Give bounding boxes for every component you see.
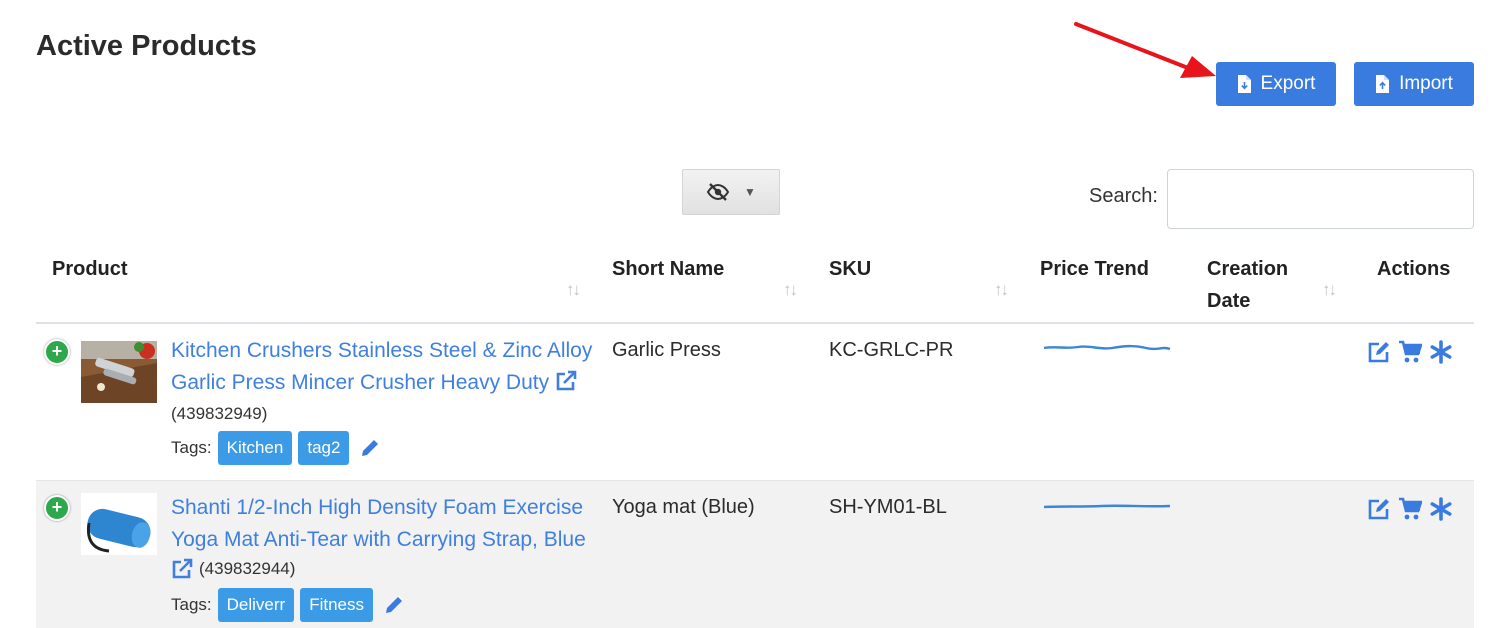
product-title-line1: Shanti 1/2-Inch High Density Foam Exerci… xyxy=(171,496,584,519)
sort-icon[interactable]: ↑↓ xyxy=(566,280,581,300)
export-button[interactable]: Export xyxy=(1216,62,1336,106)
product-id: (439832949) xyxy=(171,404,268,423)
product-title-link[interactable]: Shanti 1/2-Inch High Density Foam Exerci… xyxy=(171,492,586,556)
product-thumbnail xyxy=(81,493,157,555)
file-upload-icon xyxy=(1376,75,1390,93)
annotation-arrow xyxy=(1074,22,1216,78)
row-actions xyxy=(1367,340,1453,364)
product-thumbnail xyxy=(81,341,157,403)
col-header-short-name[interactable]: Short Name xyxy=(612,253,724,285)
import-label: Import xyxy=(1399,73,1453,94)
search-label: Search: xyxy=(1089,185,1158,207)
product-title-line1: Kitchen Crushers Stainless Steel & Zinc … xyxy=(171,339,593,362)
col-header-product[interactable]: Product xyxy=(52,253,128,285)
external-link-icon[interactable] xyxy=(171,558,193,580)
sku-cell: SH-YM01-BL xyxy=(829,496,947,518)
short-name-cell: Garlic Press xyxy=(612,339,721,361)
col-header-actions: Actions xyxy=(1377,258,1451,280)
edit-icon[interactable] xyxy=(1367,497,1391,521)
product-title-line2: Yoga Mat Anti-Tear with Carrying Strap, … xyxy=(171,528,586,551)
file-download-icon xyxy=(1237,75,1251,93)
cart-icon[interactable] xyxy=(1398,340,1422,364)
sort-icon[interactable]: ↑↓ xyxy=(994,280,1009,300)
col-header-creation-line2: Date xyxy=(1207,290,1251,312)
product-title-link[interactable]: Kitchen Crushers Stainless Steel & Zinc … xyxy=(171,335,592,399)
page-title: Active Products xyxy=(36,30,257,62)
table-row: + Kitchen Crushers Stainless Steel & Zin… xyxy=(36,324,1474,481)
expand-row-icon[interactable]: + xyxy=(44,495,70,521)
tag-badge[interactable]: Fitness xyxy=(300,588,373,622)
export-label: Export xyxy=(1260,73,1316,94)
tag-badge[interactable]: Kitchen xyxy=(217,431,293,465)
tags-row: Tags: Deliverr Fitness xyxy=(171,588,405,622)
tags-label: Tags: xyxy=(171,438,212,457)
sku-cell: KC-GRLC-PR xyxy=(829,339,954,361)
col-header-creation-date[interactable]: Creation Date xyxy=(1207,253,1288,317)
pencil-icon[interactable] xyxy=(359,437,381,459)
external-link-icon[interactable] xyxy=(555,370,577,392)
product-title-line2: Garlic Press Mincer Crusher Heavy Duty xyxy=(171,371,550,394)
asterisk-icon[interactable] xyxy=(1429,340,1453,364)
col-header-price-trend: Price Trend xyxy=(1040,258,1149,280)
eye-slash-icon xyxy=(706,183,730,201)
expand-row-icon[interactable]: + xyxy=(44,339,70,365)
cart-icon[interactable] xyxy=(1398,497,1422,521)
pencil-icon[interactable] xyxy=(383,594,405,616)
col-header-sku[interactable]: SKU xyxy=(829,253,871,285)
price-trend-sparkline xyxy=(1043,504,1171,509)
edit-icon[interactable] xyxy=(1367,340,1391,364)
tag-badge[interactable]: Deliverr xyxy=(217,588,295,622)
asterisk-icon[interactable] xyxy=(1429,497,1453,521)
price-trend-sparkline xyxy=(1043,344,1171,351)
sort-icon[interactable]: ↑↓ xyxy=(1322,280,1337,300)
product-id-row: (439832944) xyxy=(171,558,295,580)
sort-icon[interactable]: ↑↓ xyxy=(783,280,798,300)
column-visibility-button[interactable]: ▼ xyxy=(682,169,780,215)
row-actions xyxy=(1367,497,1453,521)
tags-label: Tags: xyxy=(171,595,212,614)
tags-row: Tags: Kitchen tag2 xyxy=(171,431,381,465)
import-button[interactable]: Import xyxy=(1354,62,1474,106)
search-input[interactable] xyxy=(1167,169,1474,229)
chevron-down-icon: ▼ xyxy=(744,185,756,199)
col-header-creation-line1: Creation xyxy=(1207,258,1289,280)
tag-badge[interactable]: tag2 xyxy=(298,431,350,465)
product-id: (439832944) xyxy=(199,559,296,578)
short-name-cell: Yoga mat (Blue) xyxy=(612,496,755,518)
table-row: + Shanti 1/2-Inch High Density Foam Exer… xyxy=(36,481,1474,628)
